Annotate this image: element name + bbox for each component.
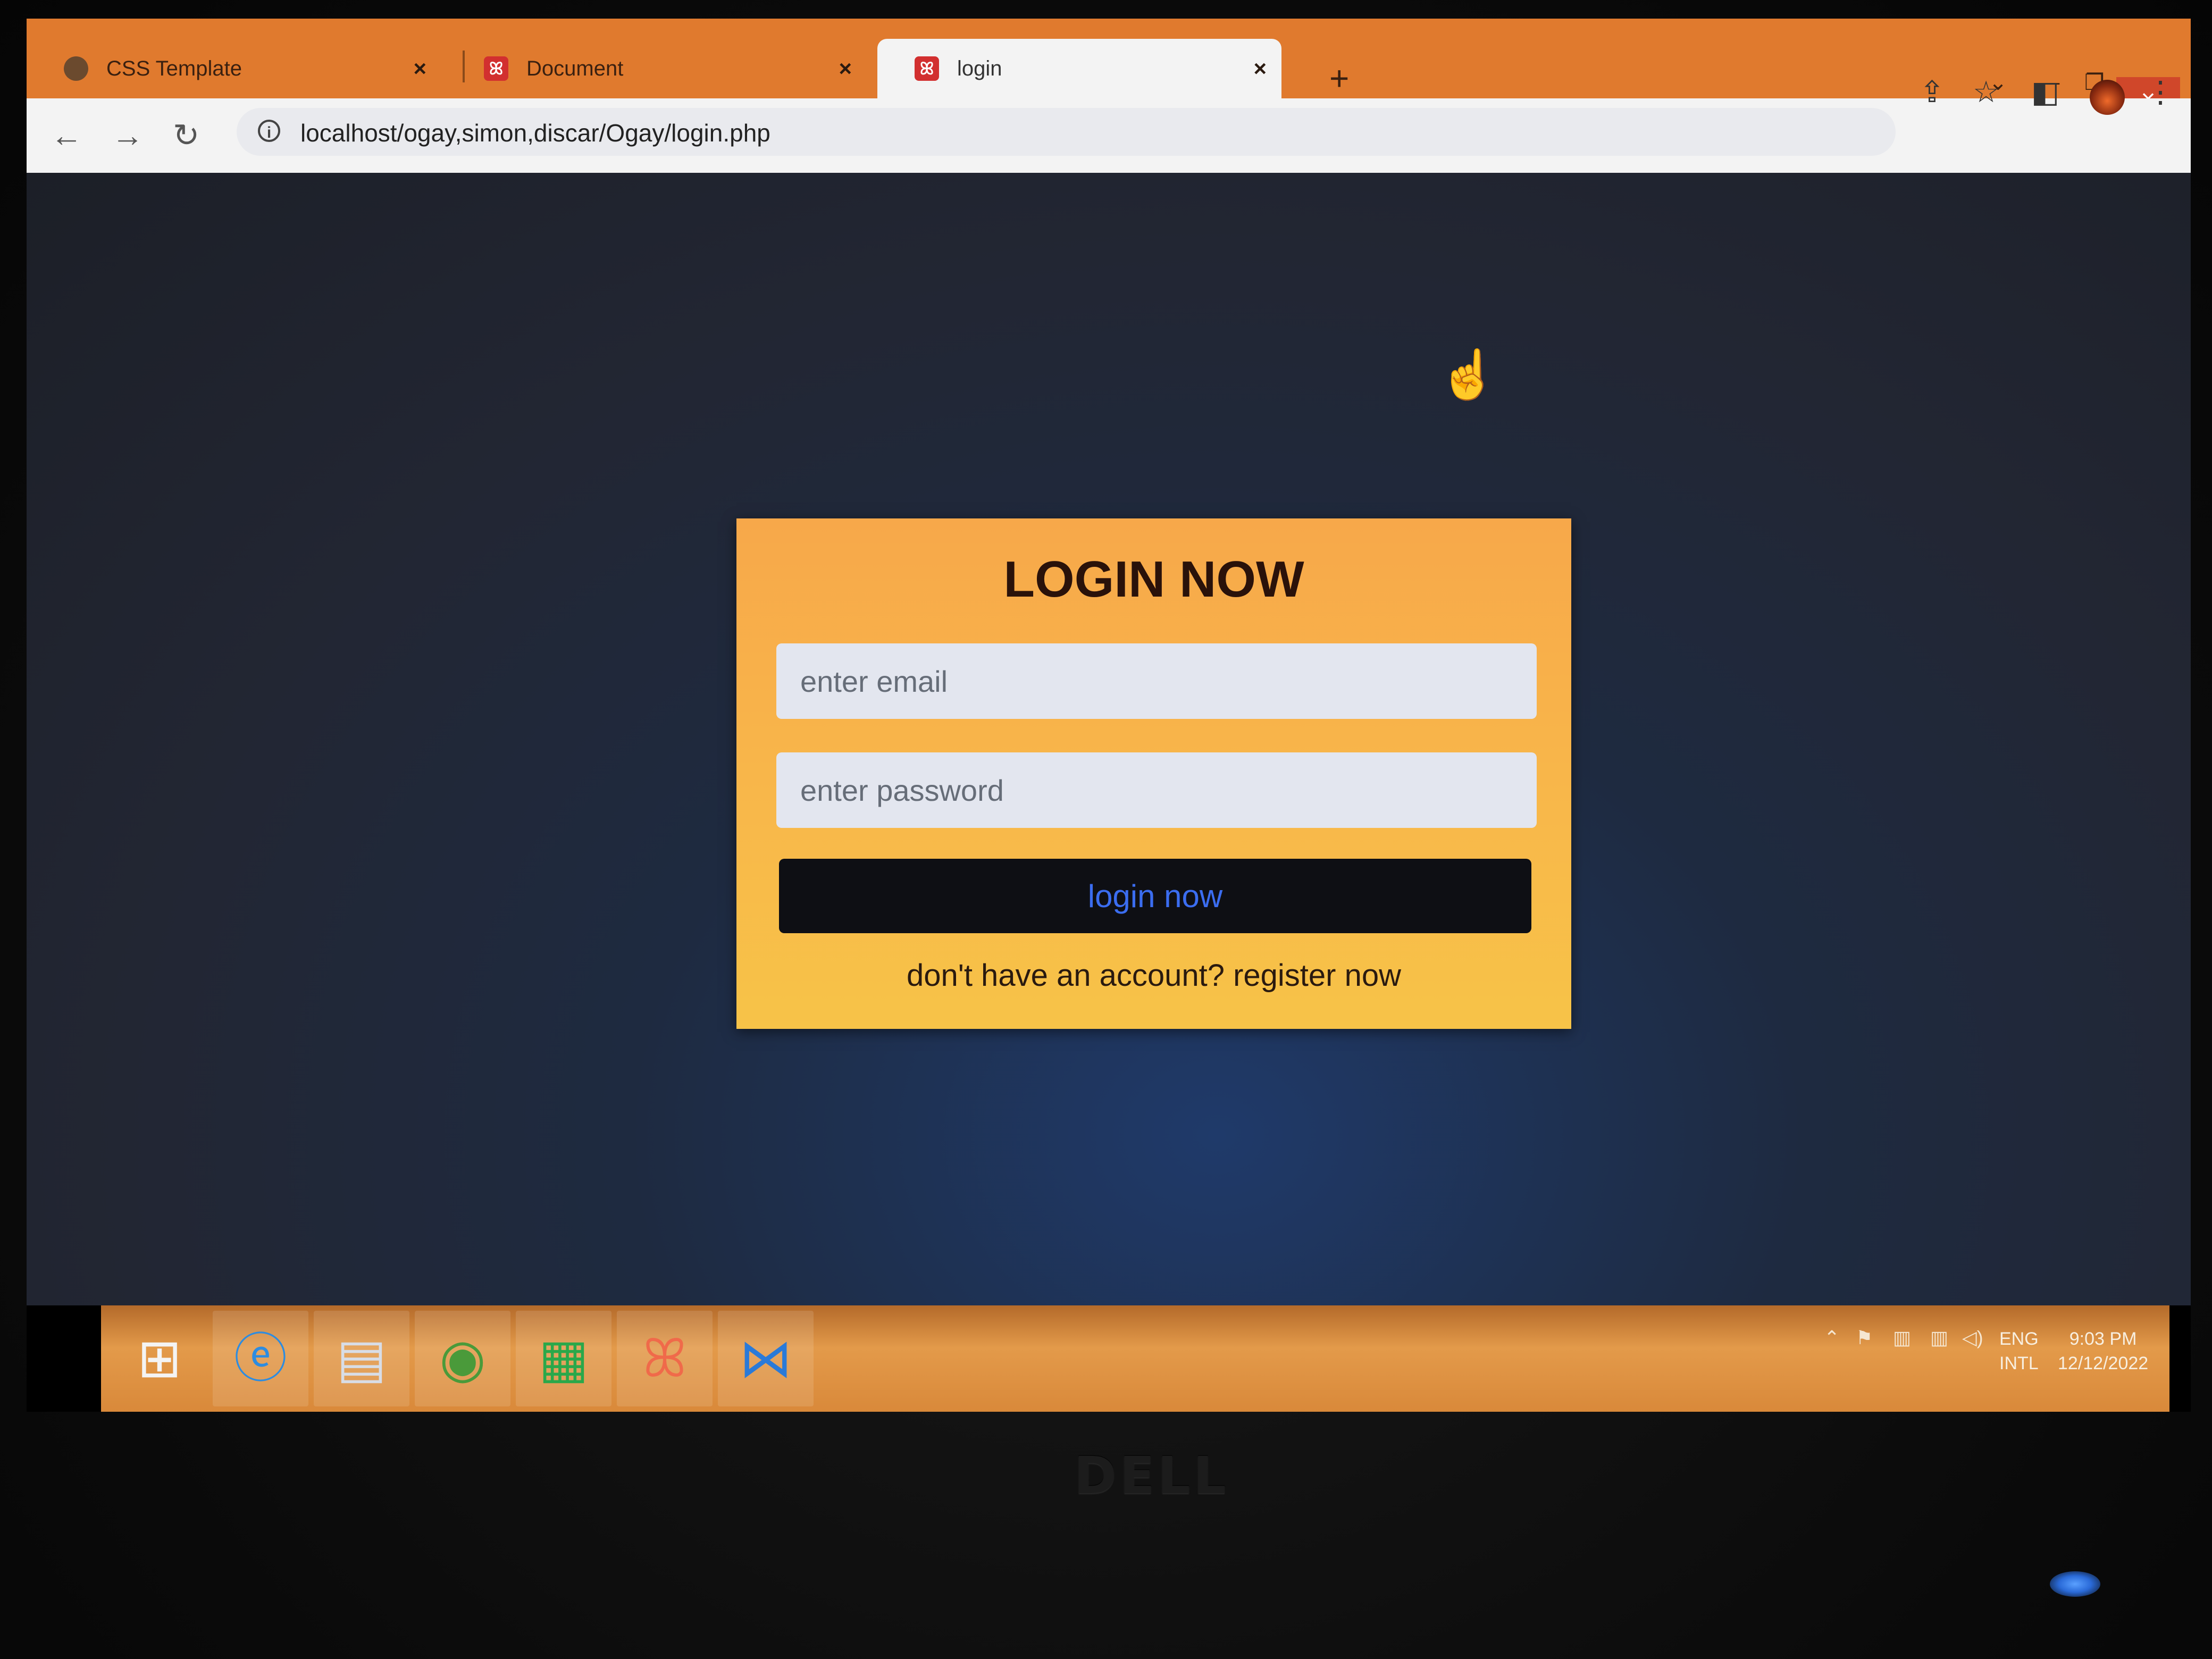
tab-title: Document: [526, 56, 624, 80]
reload-icon[interactable]: ↻: [173, 120, 199, 152]
info-icon[interactable]: i: [258, 120, 280, 142]
login-title: LOGIN NOW: [1003, 551, 1304, 608]
close-tab-icon[interactable]: ×: [413, 56, 426, 81]
share-icon[interactable]: ⇪: [1920, 77, 1945, 107]
chrome-icon[interactable]: ◉: [415, 1311, 510, 1406]
monitor-photo: CSS Template × ꕤ Document × ꕤ login × + …: [0, 0, 2212, 1659]
tab-login[interactable]: ꕤ login ×: [877, 39, 1281, 98]
hand-cursor-icon: ☝: [1438, 348, 1498, 401]
xampp-icon[interactable]: ꕤ: [617, 1311, 713, 1406]
close-tab-icon[interactable]: ×: [839, 56, 852, 81]
register-link[interactable]: register now: [1233, 958, 1401, 993]
tab-title: CSS Template: [106, 56, 242, 80]
globe-icon: [64, 56, 88, 81]
url-text[interactable]: localhost/ogay,simon,discar/Ogay/login.p…: [300, 119, 770, 147]
internet-explorer-icon[interactable]: ⓔ: [213, 1311, 308, 1406]
side-panel-icon[interactable]: ◧: [2031, 77, 2059, 107]
monitor-screen: CSS Template × ꕤ Document × ꕤ login × + …: [27, 19, 2191, 1412]
dell-logo: DELL: [1074, 1446, 1229, 1505]
close-tab-icon[interactable]: ×: [1253, 56, 1267, 81]
xampp-icon: ꕤ: [915, 56, 939, 81]
profile-avatar[interactable]: [2090, 80, 2125, 115]
windows-start-icon[interactable]: ⊞: [112, 1311, 207, 1406]
password-input[interactable]: [776, 752, 1537, 828]
action-center-flag-icon[interactable]: ⚑: [1856, 1327, 1873, 1349]
language-code: ENG: [1999, 1329, 2039, 1349]
forward-arrow-icon[interactable]: →: [112, 120, 144, 152]
browser-toolbar: ← → ↻ i localhost/ogay,simon,discar/Ogay…: [27, 98, 2191, 173]
clock-date: 12/12/2022: [2058, 1353, 2149, 1373]
keyboard-layout: INTL: [1999, 1353, 2039, 1373]
vscode-icon[interactable]: ⋈: [718, 1311, 814, 1406]
address-bar[interactable]: i localhost/ogay,simon,discar/Ogay/login…: [237, 108, 1896, 156]
login-form: LOGIN NOW login now don't have an accoun…: [736, 518, 1571, 1029]
register-prompt-row: don't have an account? register now: [736, 954, 1571, 997]
clock-time: 9:03 PM: [2069, 1329, 2137, 1349]
login-button[interactable]: login now: [779, 859, 1531, 933]
tab-title: login: [957, 56, 1002, 80]
clock[interactable]: 9:03 PM 12/12/2022: [2058, 1327, 2148, 1376]
windows-taskbar: ⊞ ⓔ ▤ ◉ ▦ ꕤ ⋈ ⌃ ⚑ ▥ ▥ ◁) ENG INTL 9:03 P…: [101, 1305, 2169, 1412]
xampp-icon: ꕤ: [484, 56, 508, 81]
email-input[interactable]: [776, 643, 1537, 719]
power-led: [2050, 1571, 2100, 1597]
menu-kebab-icon[interactable]: ⋮: [2146, 77, 2175, 107]
file-explorer-icon[interactable]: ▤: [314, 1311, 409, 1406]
volume-icon[interactable]: ◁): [1962, 1327, 1983, 1349]
tray-chevron-icon[interactable]: ⌃: [1824, 1327, 1840, 1349]
register-prompt: don't have an account?: [906, 958, 1225, 993]
star-icon[interactable]: ☆: [1973, 77, 1999, 107]
page-viewport: ☝ LOGIN NOW login now don't have an acco…: [27, 173, 2191, 1305]
store-icon[interactable]: ▦: [516, 1311, 611, 1406]
back-arrow-icon[interactable]: ←: [51, 120, 82, 152]
network-icon[interactable]: ▥: [1893, 1327, 1911, 1349]
browser-tab-bar: CSS Template × ꕤ Document × ꕤ login × + …: [27, 19, 2191, 98]
new-tab-button[interactable]: +: [1329, 61, 1349, 95]
language-indicator[interactable]: ENG INTL: [1999, 1327, 2039, 1376]
tab-document[interactable]: ꕤ Document ×: [447, 39, 867, 98]
tab-css-template[interactable]: CSS Template ×: [27, 39, 441, 98]
network-icon[interactable]: ▥: [1930, 1327, 1948, 1349]
